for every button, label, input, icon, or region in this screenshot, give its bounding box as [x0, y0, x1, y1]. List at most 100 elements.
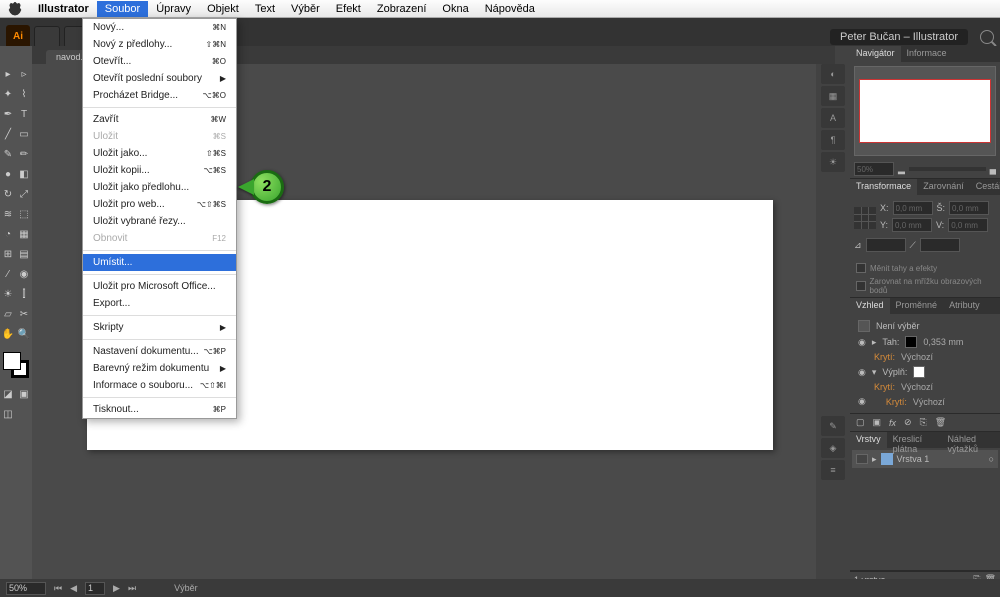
- slice-tool[interactable]: ✂: [16, 304, 32, 324]
- panel-tab-type[interactable]: A: [821, 108, 845, 128]
- layer-visibility-icon[interactable]: [856, 454, 868, 464]
- symbol-tool[interactable]: ☀: [0, 284, 16, 304]
- fx-icon[interactable]: fx: [889, 418, 896, 428]
- panel-tab-align[interactable]: ≡: [821, 460, 845, 480]
- menu-item-informace-o-souboru[interactable]: Informace o souboru...⌥⇧⌘I: [83, 377, 236, 394]
- tab-transformace[interactable]: Transformace: [850, 179, 917, 195]
- mesh-tool[interactable]: ⊞: [0, 244, 16, 264]
- eyedropper-tool[interactable]: ⁄: [0, 264, 16, 284]
- blend-tool[interactable]: ◉: [16, 264, 32, 284]
- zoom-tool[interactable]: 🔍: [16, 324, 32, 344]
- menu-zobrazeni[interactable]: Zobrazení: [369, 1, 435, 17]
- artboard-nav-next-icon[interactable]: ▶: [113, 583, 120, 594]
- pen-tool[interactable]: ✒: [0, 104, 16, 124]
- menu-objekt[interactable]: Objekt: [199, 1, 247, 17]
- artboard-num-input[interactable]: [85, 582, 105, 595]
- menu-item-um-stit[interactable]: Umístit...: [83, 254, 236, 271]
- menu-item-ulo-it-jako-p-edlohu[interactable]: Uložit jako předlohu...: [83, 179, 236, 196]
- tab-cestar[interactable]: Cestář: [970, 179, 1000, 195]
- scale-strokes-checkbox[interactable]: [856, 263, 866, 273]
- menu-item-otev-t-posledn-soubory[interactable]: Otevřít poslední soubory▶: [83, 70, 236, 87]
- tab-informace[interactable]: Informace: [901, 46, 953, 62]
- panel-tab-symbols[interactable]: ☀: [821, 152, 845, 172]
- fill-color[interactable]: [3, 352, 21, 370]
- opacity-row-label[interactable]: Krytí:: [874, 352, 895, 362]
- type-tool[interactable]: T: [16, 104, 32, 124]
- new-stroke-icon[interactable]: ▣: [873, 417, 882, 428]
- scale-tool[interactable]: ⤢: [16, 184, 32, 204]
- new-fill-icon[interactable]: ▢: [856, 417, 865, 428]
- panel-tab-brushes[interactable]: ✎: [821, 416, 845, 436]
- tab-atributy[interactable]: Atributy: [943, 298, 986, 314]
- menu-item-ulo-it-vybran-ezy[interactable]: Uložit vybrané řezy...: [83, 213, 236, 230]
- menu-vyber[interactable]: Výběr: [283, 1, 328, 17]
- fill-row-swatch[interactable]: [913, 366, 925, 378]
- w-input[interactable]: [949, 201, 989, 215]
- angle-input[interactable]: [866, 238, 906, 252]
- wand-tool[interactable]: ✦: [0, 84, 16, 104]
- menu-item-nov-z-p-edlohy[interactable]: Nový z předlohy...⇧⌘N: [83, 36, 236, 53]
- menu-item-proch-zet-bridge[interactable]: Procházet Bridge...⌥⌘O: [83, 87, 236, 104]
- color-mode[interactable]: ◪: [0, 384, 16, 404]
- menu-item-export[interactable]: Export...: [83, 295, 236, 312]
- shape-builder-tool[interactable]: ◔: [0, 224, 16, 244]
- status-zoom-input[interactable]: [6, 582, 46, 595]
- tab-zarovnani[interactable]: Zarovnání: [917, 179, 970, 195]
- lasso-tool[interactable]: ⌇: [16, 84, 32, 104]
- duplicate-icon[interactable]: ⎘: [920, 417, 927, 428]
- perspective-tool[interactable]: ▦: [16, 224, 32, 244]
- tab-promenne[interactable]: Proměnné: [890, 298, 944, 314]
- tab-vzhled[interactable]: Vzhled: [850, 298, 890, 314]
- tab-vytazky[interactable]: Náhled výtažků: [941, 432, 1000, 448]
- menu-item-zav-t[interactable]: Zavřít⌘W: [83, 111, 236, 128]
- reference-point[interactable]: [854, 207, 876, 229]
- zoom-slider[interactable]: [909, 167, 986, 171]
- menu-item-nastaven-dokumentu[interactable]: Nastavení dokumentu...⌥⌘P: [83, 343, 236, 360]
- apple-icon[interactable]: [8, 2, 22, 16]
- eye-icon[interactable]: ◉: [858, 337, 866, 348]
- pencil-tool[interactable]: ✏: [16, 144, 32, 164]
- graph-tool[interactable]: ⫿: [16, 284, 32, 304]
- eye-icon-2[interactable]: ◉: [858, 367, 866, 378]
- screen-mode[interactable]: ▣: [16, 384, 32, 404]
- search-icon[interactable]: [980, 30, 994, 44]
- menu-item-barevn-re-im-dokumentu[interactable]: Barevný režim dokumentu▶: [83, 360, 236, 377]
- menu-item-nov[interactable]: Nový...⌘N: [83, 19, 236, 36]
- selection-tool[interactable]: ▸: [0, 64, 16, 84]
- stroke-row-swatch[interactable]: [905, 336, 917, 348]
- zoom-in-icon[interactable]: ▄: [990, 164, 996, 174]
- brush-tool[interactable]: ✎: [0, 144, 16, 164]
- opacity2-row-label[interactable]: Krytí:: [874, 382, 895, 392]
- gradient-tool[interactable]: ▤: [16, 244, 32, 264]
- menu-item-ulo-it-jako[interactable]: Uložit jako...⇧⌘S: [83, 145, 236, 162]
- layer-name[interactable]: Vrstva 1: [897, 454, 930, 464]
- artboard-nav-last-icon[interactable]: ⏭: [128, 583, 136, 594]
- tab-platna[interactable]: Kreslicí plátna: [887, 432, 942, 448]
- menu-item-ulo-it-pro-web[interactable]: Uložit pro web...⌥⇧⌘S: [83, 196, 236, 213]
- nav-zoom-input[interactable]: [854, 162, 894, 176]
- shear-input[interactable]: [920, 238, 960, 252]
- panel-tab-color[interactable]: ◐: [821, 64, 845, 84]
- free-transform-tool[interactable]: ⬚: [16, 204, 32, 224]
- menu-item-tisknout[interactable]: Tisknout...⌘P: [83, 401, 236, 418]
- artboard-tool[interactable]: ▱: [0, 304, 16, 324]
- h-input[interactable]: [948, 218, 988, 232]
- navigator-preview[interactable]: [854, 66, 996, 156]
- doc-layout-button[interactable]: [34, 26, 60, 48]
- x-input[interactable]: [893, 201, 933, 215]
- menu-item-ulo-it-pro-microsoft-office[interactable]: Uložit pro Microsoft Office...: [83, 278, 236, 295]
- eraser-tool[interactable]: ◧: [16, 164, 32, 184]
- draw-mode[interactable]: ◫: [0, 404, 16, 424]
- menu-efekt[interactable]: Efekt: [328, 1, 369, 17]
- tab-navigator[interactable]: Navigátor: [850, 46, 901, 62]
- opacity3-row-label[interactable]: Krytí:: [886, 397, 907, 407]
- panel-tab-swatches[interactable]: ▦: [821, 86, 845, 106]
- tab-vrstvy[interactable]: Vrstvy: [850, 432, 887, 448]
- color-picker[interactable]: [3, 352, 29, 378]
- menu-upravy[interactable]: Úpravy: [148, 1, 199, 17]
- menu-text[interactable]: Text: [247, 1, 283, 17]
- artboard-nav-prev-icon[interactable]: ◀: [70, 583, 77, 594]
- menu-soubor[interactable]: Soubor: [97, 1, 148, 17]
- blob-tool[interactable]: ●: [0, 164, 16, 184]
- y-input[interactable]: [892, 218, 932, 232]
